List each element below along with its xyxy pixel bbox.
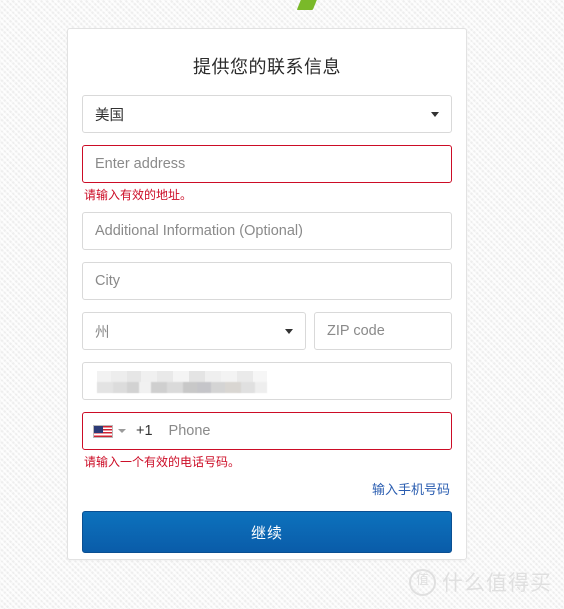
blur-mosaic-overlay [97, 371, 267, 393]
chevron-down-icon[interactable] [118, 429, 126, 433]
country-select[interactable]: 美国 [82, 95, 452, 133]
phone-field: +1 [82, 412, 452, 450]
site-watermark: 值 什么值得买 [409, 567, 552, 597]
state-field: 州 [82, 312, 306, 350]
phone-input-group: +1 [82, 412, 452, 450]
contact-information-card: 提供您的联系信息 美国 请输入有效的地址。 州 [67, 28, 467, 560]
phone-number-input[interactable] [166, 422, 441, 440]
redacted-field [82, 362, 452, 400]
watermark-text: 什么值得买 [442, 571, 552, 595]
country-field: 美国 [82, 95, 452, 133]
page-title: 提供您的联系信息 [193, 57, 341, 77]
helper-link-row: 输入手机号码 [82, 479, 450, 499]
dial-code-label: +1 [136, 423, 153, 439]
address-error-message: 请输入有效的地址。 [84, 188, 193, 202]
additional-information-input[interactable] [82, 212, 452, 250]
phone-error-message: 请输入一个有效的电话号码。 [84, 455, 241, 469]
continue-button[interactable]: 继续 [82, 511, 452, 553]
partial-logo-graphic [296, 0, 320, 10]
address-input[interactable] [82, 145, 452, 183]
address-field [82, 145, 452, 183]
flag-canton [94, 425, 103, 433]
state-select[interactable]: 州 [82, 312, 306, 350]
additional-information-field [82, 212, 452, 250]
zip-field [314, 312, 452, 350]
watermark-badge-icon: 值 [409, 568, 436, 596]
state-zip-row: 州 [82, 312, 452, 350]
redacted-input[interactable] [82, 362, 452, 400]
state-select-value: 州 [95, 324, 110, 341]
zip-code-input[interactable] [314, 312, 452, 350]
enter-mobile-number-link[interactable]: 输入手机号码 [372, 482, 450, 497]
city-field [82, 262, 452, 300]
city-input[interactable] [82, 262, 452, 300]
country-select-value: 美国 [95, 107, 124, 124]
us-flag-icon[interactable] [93, 424, 113, 438]
contact-form: 美国 请输入有效的地址。 州 [68, 95, 466, 553]
